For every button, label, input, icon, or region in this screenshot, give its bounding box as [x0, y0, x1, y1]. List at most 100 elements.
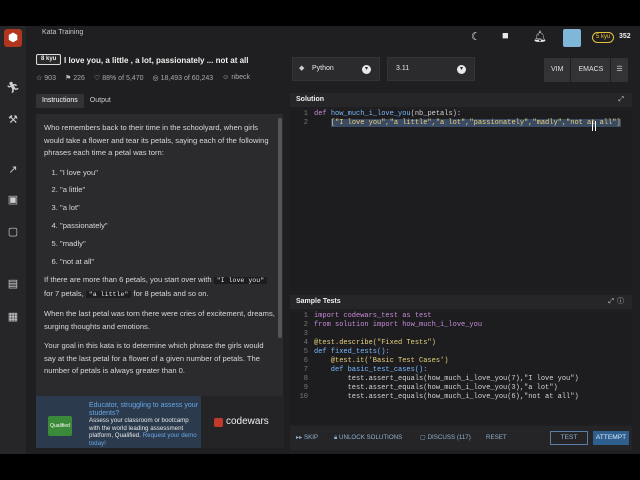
line-number: 3 — [303, 330, 308, 338]
restart-paragraph: If there are more than 6 petals, you sta… — [44, 274, 275, 301]
codewars-wordmark: codewars — [226, 416, 269, 427]
qualified-logo: Qualified — [48, 416, 72, 436]
line-number: 10 — [299, 393, 308, 401]
app-window: ⬢ 🏃︎ ⚒ ↗ ▣ ▢ ▤ ▦ Kata Training 8 kyu I l… — [0, 26, 640, 454]
chevron-down-icon: ▾ — [362, 65, 371, 74]
codewars-brand-icon — [214, 418, 223, 427]
ad-qualified[interactable]: Qualified Educator, struggling to assess… — [36, 396, 201, 448]
code-line: from solution import how_much_i_love_you — [314, 321, 483, 329]
instructions-panel[interactable]: Who remembers back to their time in the … — [36, 114, 283, 426]
discuss-icon[interactable]: ▢ — [6, 225, 20, 239]
kata-title: I love you, a little , a lot, passionate… — [64, 56, 249, 65]
satisfaction-value: 88% of 5,470 — [102, 75, 144, 82]
goal-paragraph: Your goal in this kata is to determine w… — [44, 341, 264, 376]
code-line: def fixed_tests(): — [314, 348, 390, 356]
author-stat[interactable]: ☺ nbeck — [222, 74, 250, 82]
kata-stats: ☆ 903 ⚑ 226 ♡ 88% of 5,470 ◎ 18,493 of 60,24… — [36, 74, 250, 82]
line-number: 5 — [303, 348, 308, 356]
keyword: def — [314, 110, 331, 118]
text-cursor-icon — [592, 121, 596, 131]
discuss-label: DISCUSS (117) — [427, 434, 471, 441]
stars-stat[interactable]: ☆ 903 — [36, 74, 56, 82]
practice-icon[interactable]: ⚒ — [6, 113, 20, 127]
code-line: ["I love you","a little","a lot","passio… — [314, 119, 621, 128]
unlock-solutions-button[interactable]: 🔒︎ UNLOCK SOLUTIONS — [334, 434, 402, 442]
notifications-bell-icon[interactable]: 🔔︎ — [533, 30, 547, 43]
language-select[interactable]: ◆ Python ▾ — [292, 57, 380, 81]
version-select[interactable]: 3.11 ▾ — [387, 57, 475, 81]
solution-editor[interactable]: 1 2 def how_much_i_love_you(nb_petals): … — [290, 110, 632, 290]
expand-icon[interactable]: ⤢ — [618, 93, 624, 107]
completions-value: 18,493 of 60,243 — [160, 75, 214, 82]
target-icon: ◎ — [152, 75, 159, 82]
line-number: 1 — [303, 110, 308, 118]
code-line: @test.describe("Fixed Tests") — [314, 339, 436, 347]
list-item: "passionately" — [60, 220, 275, 233]
leaderboard-icon[interactable]: ↗ — [6, 163, 20, 177]
emacs-mode-button[interactable]: EMACS — [571, 58, 612, 82]
collections-count: 226 — [73, 75, 85, 82]
chevron-down-icon: ▾ — [457, 65, 466, 74]
settings-menu-icon[interactable]: ☰ — [611, 58, 629, 82]
tests-editor[interactable]: 1 2 3 4 5 6 7 8 9 10 import codewars_tes… — [290, 312, 632, 424]
code-line: import codewars_test as test — [314, 312, 432, 320]
list-item: "a lot" — [60, 202, 275, 215]
test-button[interactable]: TEST — [550, 431, 588, 445]
version-value: 3.11 — [396, 65, 410, 72]
discuss-button[interactable]: ▢ DISCUSS (117) — [420, 434, 471, 441]
avatar[interactable] — [563, 29, 581, 47]
docs-icon[interactable]: ▤ — [6, 277, 20, 291]
attempt-button[interactable]: ATTEMPT — [593, 431, 629, 445]
satisfaction-stat: ♡ 88% of 5,470 — [94, 74, 144, 82]
codewars-logo-icon[interactable]: ⬢ — [4, 29, 22, 47]
function-name: how_much_i_love_you — [330, 110, 411, 118]
line-number: 8 — [303, 375, 308, 383]
skip-button[interactable]: ▸▸ SKIP — [296, 434, 318, 441]
notes-icon[interactable]: ▦ — [6, 310, 20, 324]
chat-icon[interactable]: ▣ — [6, 193, 20, 207]
training-icon[interactable]: 🏃︎ — [6, 81, 20, 95]
tab-instructions[interactable]: Instructions — [36, 94, 84, 108]
code-line: @test.it('Basic Test Cases') — [314, 357, 449, 365]
bookmark-nav-icon[interactable]: ■ — [502, 30, 509, 42]
line-number: 2 — [303, 321, 308, 329]
solution-title: Solution — [296, 96, 324, 103]
line-number: 1 — [303, 312, 308, 320]
instructions-scrollbar[interactable] — [278, 118, 282, 338]
reset-button[interactable]: RESET — [486, 434, 507, 441]
kyu-badge: 8 kyu — [36, 54, 62, 65]
stars-count: 903 — [44, 75, 56, 82]
line-number: 6 — [303, 357, 308, 365]
expand-icon[interactable]: ⤢ — [608, 295, 614, 309]
action-toolbar: ▸▸ SKIP 🔒︎ UNLOCK SOLUTIONS ▢ DISCUSS (1… — [290, 426, 632, 450]
solution-code: def how_much_i_love_you(nb_petals): ["I … — [314, 110, 621, 128]
side-rail: ⬢ 🏃︎ ⚒ ↗ ▣ ▢ ▤ ▦ — [0, 26, 26, 454]
collections-stat[interactable]: ⚑ 226 — [65, 74, 85, 82]
bookmark-icon: ⚑ — [64, 75, 72, 82]
kata-description: Who remembers back to their time in the … — [36, 114, 283, 378]
lock-icon: 🔒︎ — [334, 434, 338, 441]
tests-header: Sample Tests ⤢ ⓘ — [290, 295, 632, 309]
honor-count: 352 — [619, 33, 631, 40]
language-value: Python — [312, 65, 334, 72]
list-item: "not at all" — [60, 256, 275, 269]
tests-title: Sample Tests — [296, 298, 341, 305]
line-number: 2 — [303, 119, 308, 127]
tab-output[interactable]: Output — [84, 94, 117, 108]
solution-header: Solution ⤢ — [290, 93, 632, 107]
ad-banner[interactable]: Qualified Educator, struggling to assess… — [36, 396, 284, 448]
params: (nb_petals): — [410, 110, 462, 118]
ad-text: Educator, struggling to assess your stud… — [89, 402, 199, 448]
rank-badge[interactable]: 5 kyu — [592, 32, 615, 43]
unlock-label: UNLOCK SOLUTIONS — [339, 434, 403, 441]
line-number: 4 — [303, 339, 308, 347]
dark-mode-icon[interactable]: ☾ — [471, 30, 481, 43]
vim-mode-button[interactable]: VIM — [544, 58, 572, 82]
restart-text-c: for 8 petals and so on. — [131, 288, 209, 298]
help-icon[interactable]: ⓘ — [617, 295, 624, 309]
phrase-list: "I love you" "a little" "a lot" "passion… — [60, 167, 275, 269]
selected-code: ["I love you","a little","a lot","passio… — [330, 119, 621, 127]
breadcrumb[interactable]: Kata Training — [42, 29, 83, 36]
code-line: test.assert_equals(how_much_i_love_you(6… — [314, 393, 579, 401]
